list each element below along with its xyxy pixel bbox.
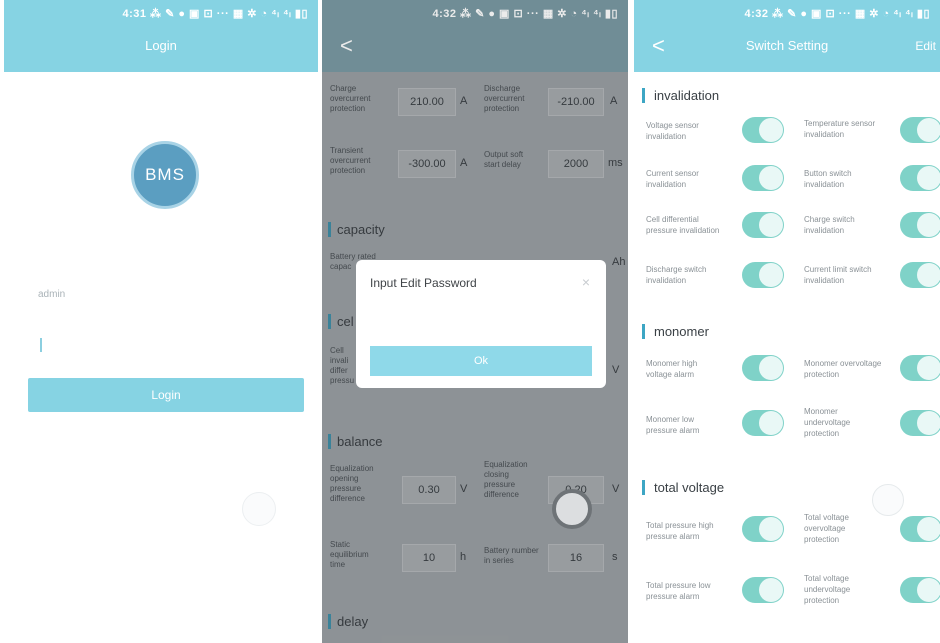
- toggle-knob: [917, 166, 940, 190]
- total-high-alarm-label: Total pressure high pressure alarm: [646, 521, 714, 541]
- toggle-knob: [759, 356, 783, 380]
- toggle-knob: [917, 118, 940, 142]
- current-sensor-toggle[interactable]: [742, 165, 784, 191]
- status-bar: 4:31 ⁂ ✎ ● ▣ ⊡ ··· ▦ ✲ ◔ ⁴ₗ ⁴ₗ ▮▯: [4, 0, 318, 26]
- toggle-knob: [917, 263, 940, 287]
- total-undervoltage-toggle[interactable]: [900, 577, 940, 603]
- toggle-knob: [917, 411, 940, 435]
- monomer-undervoltage-toggle[interactable]: [900, 410, 940, 436]
- section-total-voltage: total voltage: [642, 480, 724, 495]
- toggle-knob: [759, 411, 783, 435]
- page-title: Login: [4, 26, 318, 72]
- total-overvoltage-toggle[interactable]: [900, 516, 940, 542]
- voltage-sensor-toggle[interactable]: [742, 117, 784, 143]
- close-icon[interactable]: ×: [582, 274, 590, 290]
- voltage-sensor-label: Voltage sensor invalidation: [646, 121, 699, 141]
- section-monomer: monomer: [642, 324, 709, 339]
- discharge-switch-label: Discharge switch invalidation: [646, 265, 707, 285]
- temperature-sensor-toggle[interactable]: [900, 117, 940, 143]
- dialog-title: Input Edit Password: [370, 276, 477, 290]
- monomer-low-alarm-label: Monomer low pressure alarm: [646, 415, 700, 435]
- monomer-undervoltage-label: Monomer undervoltage protection: [804, 407, 851, 438]
- status-bar: 4:32 ⁂ ✎ ● ▣ ⊡ ··· ▦ ✲ ◔ ⁴ₗ ⁴ₗ ▮▯: [634, 0, 940, 26]
- charge-switch-label: Charge switch invalidation: [804, 215, 855, 235]
- page-title: Switch Setting: [745, 38, 829, 53]
- charge-switch-toggle[interactable]: [900, 212, 940, 238]
- monomer-low-alarm-toggle[interactable]: [742, 410, 784, 436]
- toggle-knob: [759, 118, 783, 142]
- section-invalidation: invalidation: [642, 88, 719, 103]
- current-limit-toggle[interactable]: [900, 262, 940, 288]
- toggle-knob: [759, 213, 783, 237]
- button-switch-label: Button switch invalidation: [804, 169, 852, 189]
- toggle-knob: [917, 517, 940, 541]
- toggle-knob: [759, 263, 783, 287]
- current-limit-label: Current limit switch invalidation: [804, 265, 872, 285]
- toggle-knob: [759, 166, 783, 190]
- back-icon[interactable]: <: [652, 26, 665, 66]
- toggle-knob: [759, 517, 783, 541]
- monomer-overvoltage-label: Monomer overvoltage protection: [804, 359, 882, 379]
- total-undervoltage-label: Total voltage undervoltage protection: [804, 574, 851, 605]
- toggle-knob: [917, 356, 940, 380]
- monomer-overvoltage-toggle[interactable]: [900, 355, 940, 381]
- toggle-knob: [917, 213, 940, 237]
- password-dialog: Input Edit Password × Ok: [356, 260, 606, 388]
- parameter-edit-screen: 4:32 ⁂ ✎ ● ▣ ⊡ ··· ▦ ✲ ◔ ⁴ₗ ⁴ₗ ▮▯ < Char…: [322, 0, 628, 643]
- edit-button[interactable]: Edit: [915, 26, 936, 66]
- switch-setting-screen: 4:32 ⁂ ✎ ● ▣ ⊡ ··· ▦ ✲ ◔ ⁴ₗ ⁴ₗ ▮▯ < Swit…: [634, 0, 940, 643]
- total-low-alarm-label: Total pressure low pressure alarm: [646, 581, 711, 601]
- floating-button[interactable]: [242, 492, 276, 526]
- login-button[interactable]: Login: [28, 378, 304, 412]
- toggle-knob: [917, 578, 940, 602]
- login-screen: 4:31 ⁂ ✎ ● ▣ ⊡ ··· ▦ ✲ ◔ ⁴ₗ ⁴ₗ ▮▯ Login …: [4, 0, 318, 643]
- ok-button[interactable]: Ok: [370, 346, 592, 376]
- current-sensor-label: Current sensor invalidation: [646, 169, 699, 189]
- total-overvoltage-label: Total voltage overvoltage protection: [804, 513, 849, 544]
- username-field[interactable]: admin: [38, 289, 65, 300]
- cell-differential-toggle[interactable]: [742, 212, 784, 238]
- temperature-sensor-label: Temperature sensor invalidation: [804, 119, 876, 139]
- floating-button[interactable]: [872, 484, 904, 516]
- total-low-alarm-toggle[interactable]: [742, 577, 784, 603]
- cell-differential-label: Cell differential pressure invalidation: [646, 215, 720, 235]
- title-bar: < Switch Setting Edit: [634, 26, 940, 72]
- total-high-alarm-toggle[interactable]: [742, 516, 784, 542]
- toggle-knob: [759, 578, 783, 602]
- monomer-high-alarm-label: Monomer high voltage alarm: [646, 359, 698, 379]
- discharge-switch-toggle[interactable]: [742, 262, 784, 288]
- monomer-high-alarm-toggle[interactable]: [742, 355, 784, 381]
- password-field[interactable]: [40, 338, 42, 352]
- button-switch-toggle[interactable]: [900, 165, 940, 191]
- floating-button[interactable]: [552, 489, 592, 529]
- bms-logo: BMS: [131, 141, 199, 209]
